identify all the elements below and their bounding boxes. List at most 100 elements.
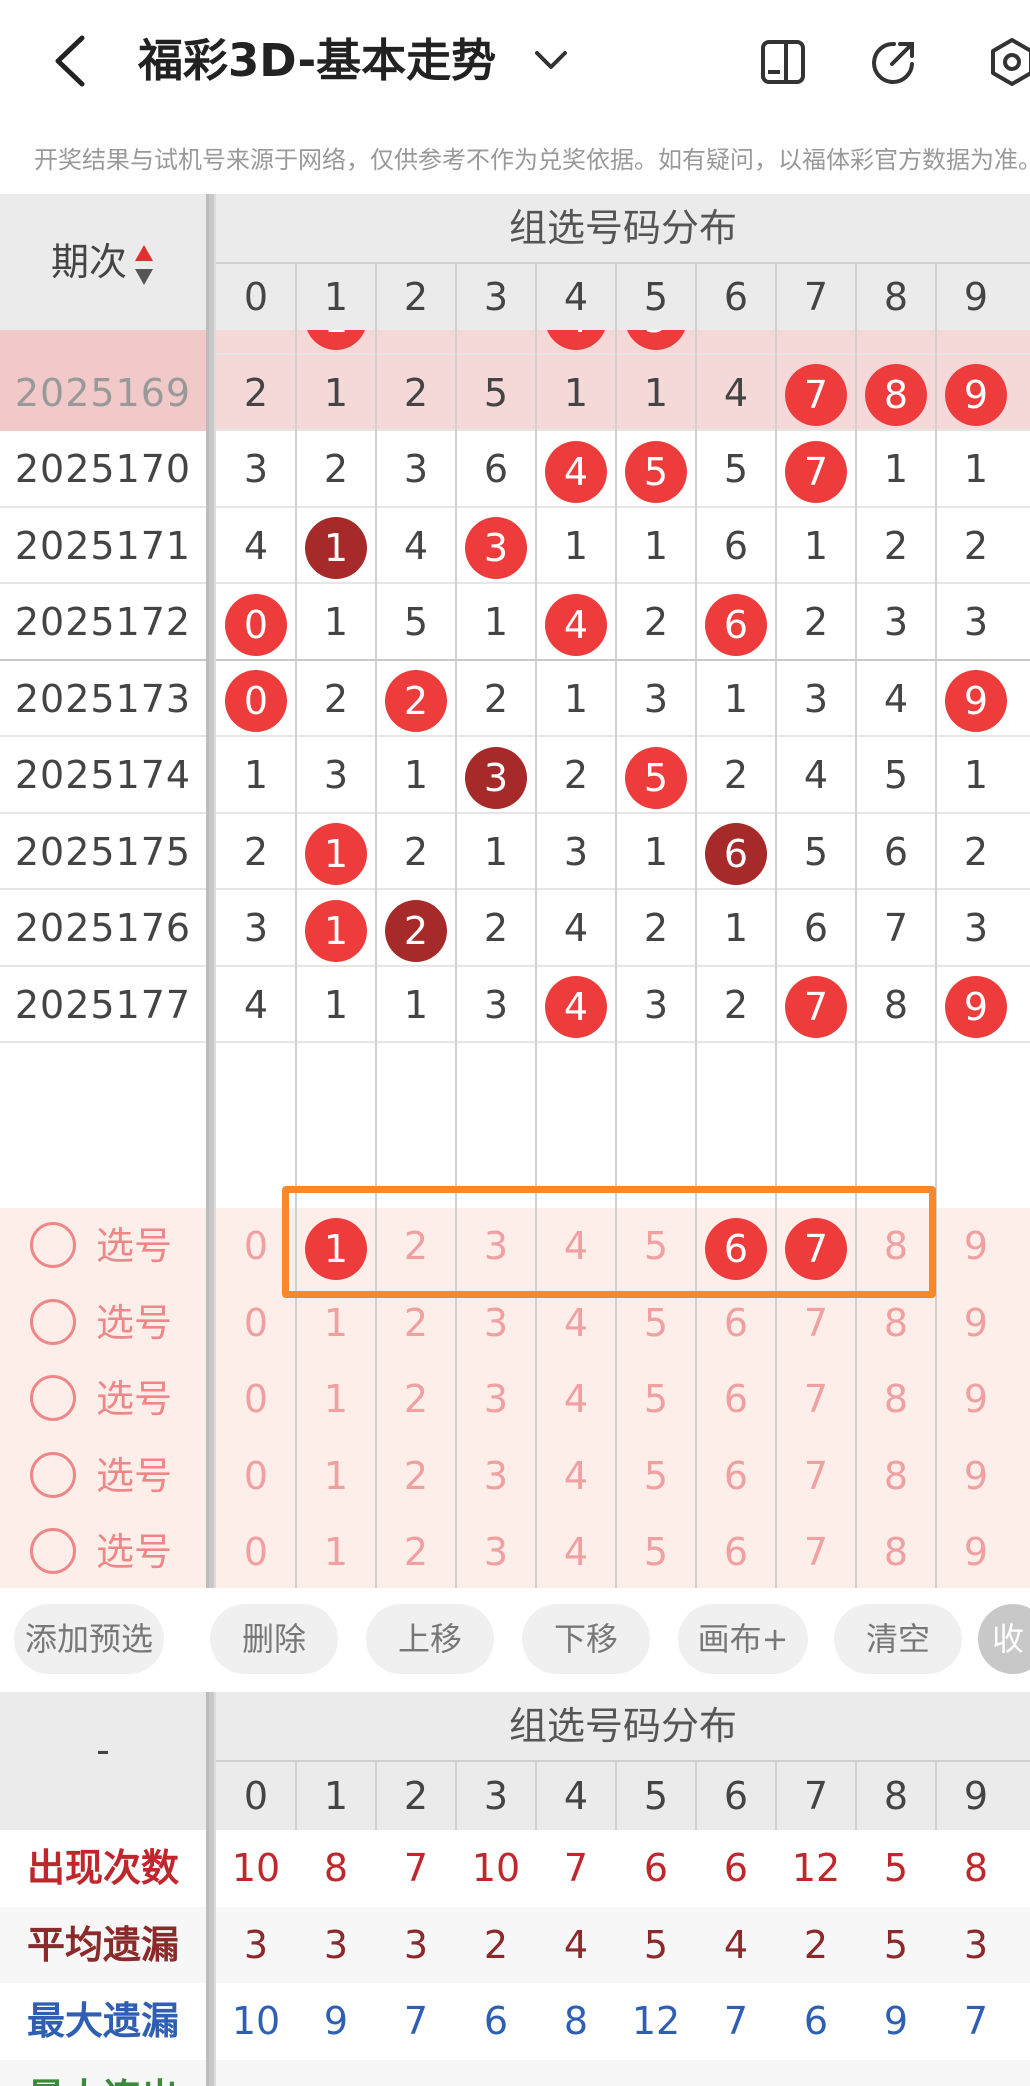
select-digit[interactable]: 4 (536, 1361, 616, 1438)
digit-text[interactable]: 9 (964, 1224, 988, 1268)
select-radio[interactable] (30, 1528, 76, 1574)
select-label[interactable]: 选号 (96, 1514, 172, 1588)
action-button[interactable]: 清空 (834, 1604, 962, 1674)
select-digit[interactable]: 5 (616, 1514, 696, 1588)
select-digit[interactable]: 6 (696, 1361, 776, 1438)
select-digit[interactable]: 7 (776, 1438, 856, 1515)
chevron-down-icon[interactable] (533, 45, 569, 75)
digit-text[interactable]: 7 (804, 1530, 828, 1574)
select-row[interactable]: 选号 0 1 2 3 4 5 6 7 8 9 (0, 1361, 1030, 1438)
digit-text[interactable]: 1 (324, 1301, 348, 1345)
select-digit[interactable]: 1 (296, 1514, 376, 1588)
select-radio[interactable] (30, 1451, 76, 1498)
select-label[interactable]: 选号 (96, 1438, 172, 1514)
layout-switch-icon[interactable] (758, 36, 810, 88)
select-digit[interactable]: 8 (856, 1438, 936, 1515)
digit-text[interactable]: 0 (244, 1377, 268, 1421)
select-label[interactable]: 选号 (96, 1361, 172, 1437)
digit-text[interactable]: 3 (484, 1454, 508, 1498)
digit-text[interactable]: 2 (404, 1454, 428, 1498)
digit-text[interactable]: 9 (964, 1377, 988, 1421)
select-digit[interactable]: 2 (376, 1361, 456, 1438)
digit-text[interactable]: 8 (884, 1530, 908, 1574)
digit-text[interactable]: 2 (404, 1377, 428, 1421)
digit-text[interactable]: 4 (564, 1301, 588, 1345)
settings-icon[interactable] (986, 36, 1030, 88)
select-digit[interactable]: 1 (296, 1438, 376, 1515)
share-icon[interactable] (868, 36, 920, 88)
digit-text[interactable]: 7 (804, 1301, 828, 1345)
select-digit[interactable]: 2 (376, 1438, 456, 1515)
select-row[interactable]: 选号 0 1 2 3 4 5 6 7 8 9 (0, 1514, 1030, 1588)
action-button[interactable]: 删除 (210, 1604, 338, 1674)
select-digit[interactable]: 7 (776, 1514, 856, 1588)
select-digit[interactable]: 8 (856, 1514, 936, 1588)
digit-text[interactable]: 0 (244, 1530, 268, 1574)
select-digit[interactable]: 9 (936, 1208, 1016, 1285)
digit-text[interactable]: 6 (724, 1301, 748, 1345)
digit-text[interactable]: 3 (484, 1301, 508, 1345)
select-digit[interactable]: 9 (936, 1361, 1016, 1438)
action-button[interactable]: 添加预选 (14, 1604, 164, 1674)
select-digit[interactable]: 5 (616, 1361, 696, 1438)
digit-text[interactable]: 2 (404, 1530, 428, 1574)
digit-text[interactable]: 1 (324, 1377, 348, 1421)
digit-text[interactable]: 4 (564, 1530, 588, 1574)
select-digit[interactable]: 9 (936, 1285, 1016, 1362)
digit-text[interactable]: 9 (964, 1454, 988, 1498)
select-digit[interactable]: 8 (856, 1361, 936, 1438)
digit-text[interactable]: 0 (244, 1301, 268, 1345)
select-digit[interactable]: 0 (216, 1361, 296, 1438)
digit-text[interactable]: 6 (724, 1454, 748, 1498)
select-row[interactable]: 选号 0 1 2 3 4 5 6 7 8 9 (0, 1437, 1030, 1515)
digit-text[interactable]: 9 (964, 1530, 988, 1574)
select-digit[interactable]: 1 (296, 1361, 376, 1438)
digit-text[interactable]: 7 (804, 1377, 828, 1421)
digit-text[interactable]: 2 (404, 1301, 428, 1345)
select-digit[interactable]: 3 (456, 1438, 536, 1515)
action-button[interactable]: 画布+ (678, 1604, 808, 1674)
select-digit[interactable]: 5 (616, 1438, 696, 1515)
select-digit[interactable]: 4 (536, 1438, 616, 1515)
digit-text[interactable]: 3 (484, 1377, 508, 1421)
digit-text[interactable]: 4 (564, 1377, 588, 1421)
digit-text[interactable]: 5 (644, 1454, 668, 1498)
select-radio[interactable] (30, 1375, 76, 1421)
digit-text[interactable]: 6 (724, 1377, 748, 1421)
select-label[interactable]: 选号 (96, 1208, 172, 1284)
select-digit[interactable]: 9 (936, 1438, 1016, 1515)
select-radio[interactable] (30, 1222, 76, 1268)
back-arrow-icon[interactable] (52, 34, 88, 88)
digit-text[interactable]: 1 (324, 1530, 348, 1574)
digit-text[interactable]: 7 (804, 1454, 828, 1498)
select-digit[interactable]: 7 (776, 1361, 856, 1438)
digit-text[interactable]: 5 (644, 1377, 668, 1421)
select-digit[interactable]: 9 (936, 1514, 1016, 1588)
digit-text[interactable]: 3 (484, 1530, 508, 1574)
digit-text[interactable]: 8 (884, 1301, 908, 1345)
select-digit[interactable]: 6 (696, 1438, 776, 1515)
select-digit[interactable]: 0 (216, 1514, 296, 1588)
collapse-button[interactable]: 收 (978, 1604, 1030, 1674)
action-button[interactable]: 上移 (366, 1604, 494, 1674)
digit-text[interactable]: 5 (644, 1301, 668, 1345)
select-digit[interactable]: 4 (536, 1514, 616, 1588)
select-digit[interactable]: 0 (216, 1438, 296, 1515)
sort-icon[interactable] (133, 243, 155, 287)
page-title[interactable]: 福彩3D-基本走势 (138, 28, 496, 94)
digit-text[interactable]: 9 (964, 1301, 988, 1345)
digit-text[interactable]: 0 (244, 1454, 268, 1498)
digit-text[interactable]: 5 (644, 1530, 668, 1574)
select-label[interactable]: 选号 (96, 1285, 172, 1361)
select-digit[interactable]: 2 (376, 1514, 456, 1588)
digit-text[interactable]: 4 (564, 1454, 588, 1498)
action-button[interactable]: 下移 (522, 1604, 650, 1674)
digit-text[interactable]: 8 (884, 1377, 908, 1421)
digit-text[interactable]: 6 (724, 1530, 748, 1574)
select-digit[interactable]: 3 (456, 1361, 536, 1438)
period-header[interactable]: 期次 (0, 232, 206, 292)
digit-text[interactable]: 8 (884, 1454, 908, 1498)
select-radio[interactable] (30, 1298, 76, 1345)
select-digit[interactable]: 3 (456, 1514, 536, 1588)
digit-text[interactable]: 0 (244, 1224, 268, 1268)
